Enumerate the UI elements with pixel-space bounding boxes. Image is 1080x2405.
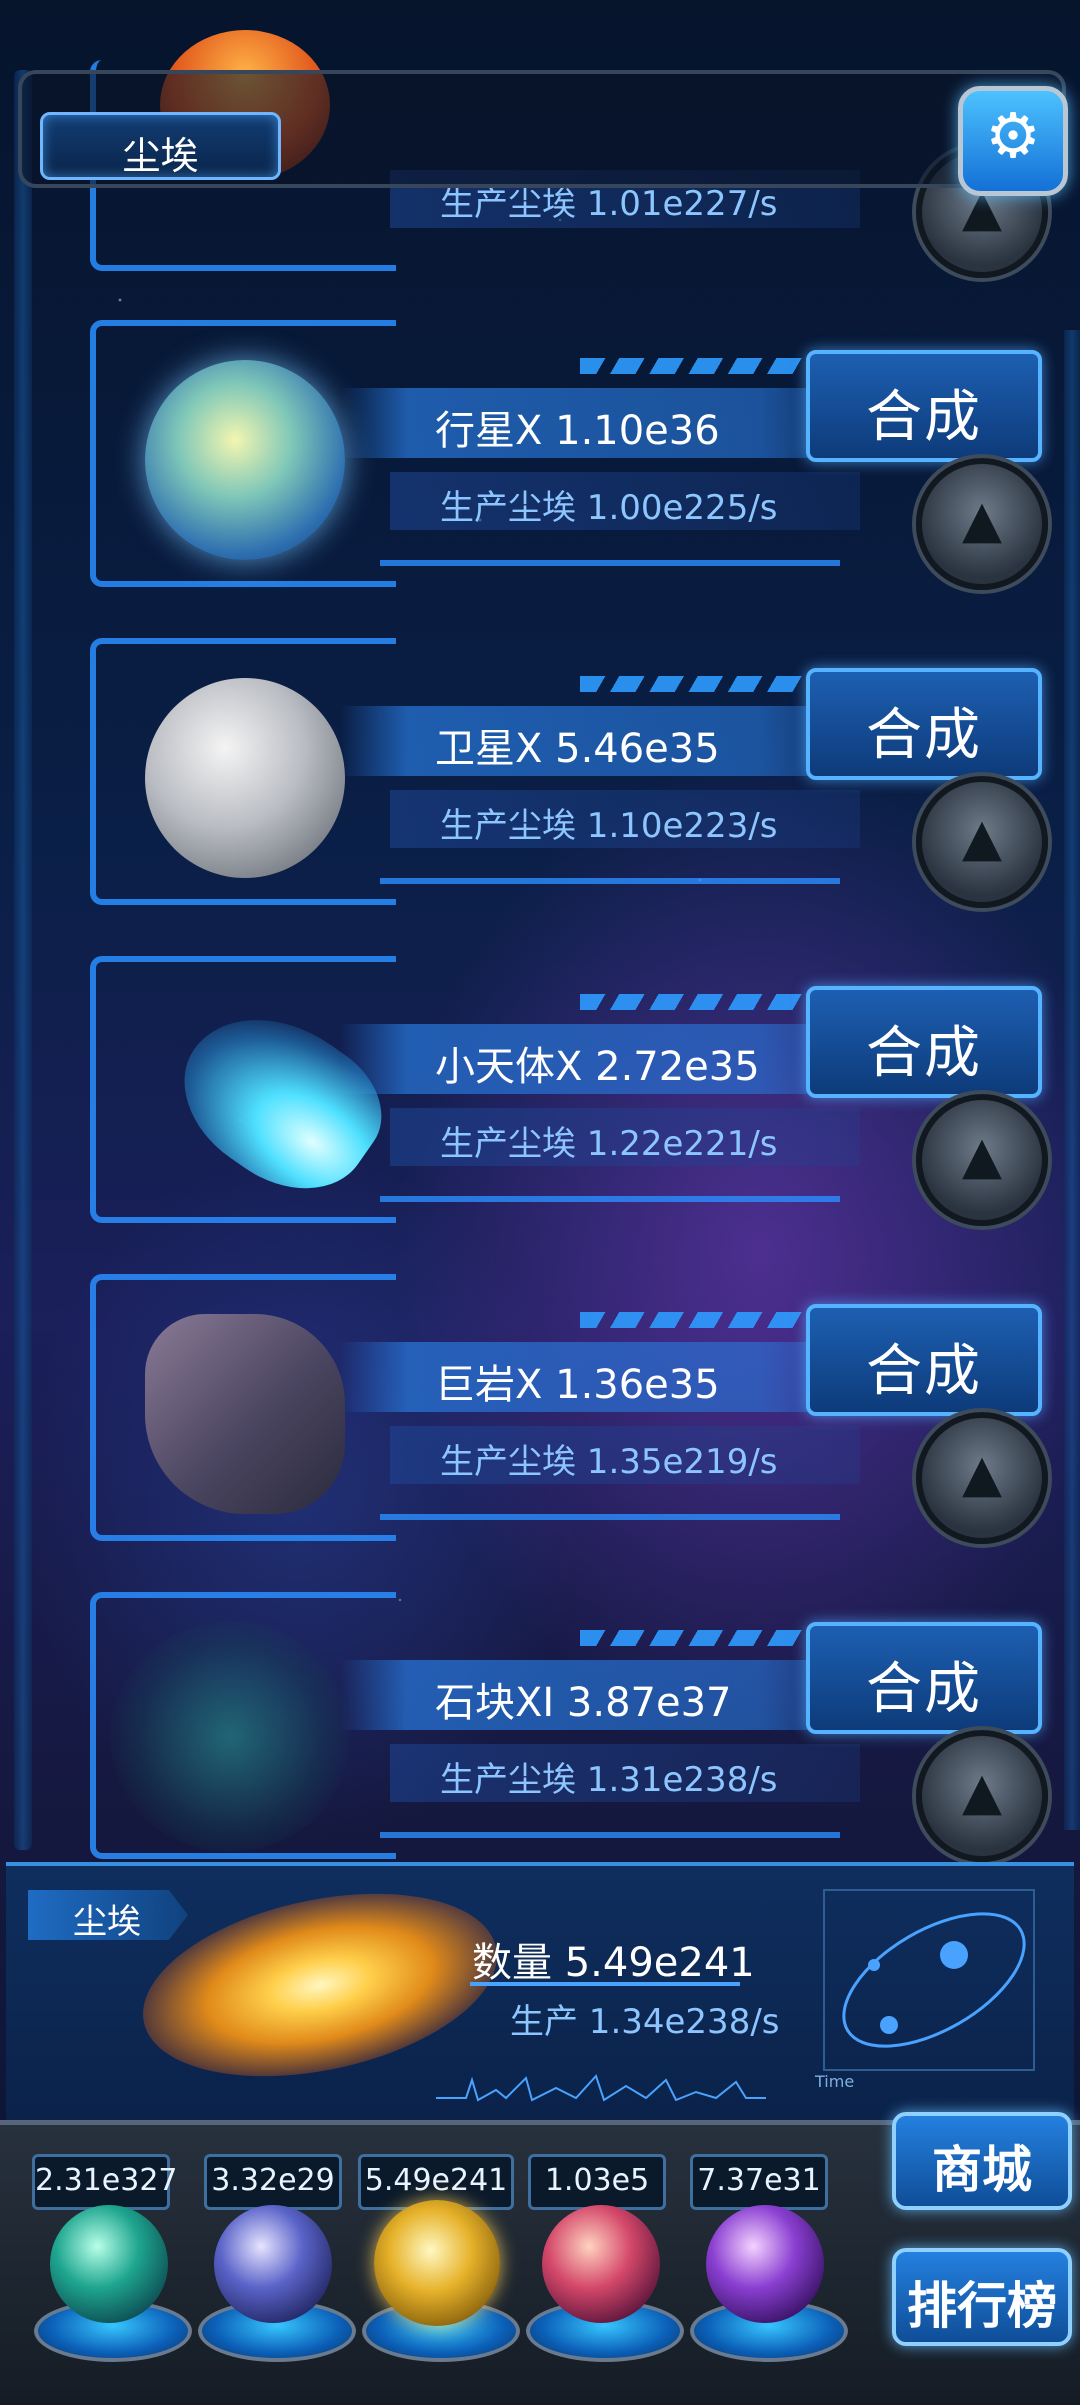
lightning-orb-icon[interactable] (214, 2205, 332, 2323)
synthesize-label: 合成 (866, 703, 982, 768)
dust-tag: 尘埃 (28, 1890, 188, 1940)
resource-card-planet: 行星X 1.10e36 生产尘埃 1.00e225/s 合成 ▲ (90, 310, 1050, 600)
settings-button[interactable]: ⚙ (958, 86, 1068, 196)
resource-value-1: 2.31e327 (32, 2154, 178, 2210)
molecule-orb-icon[interactable] (50, 2205, 168, 2323)
synthesize-label: 合成 (866, 1657, 982, 1722)
waveform-decoration (436, 2074, 766, 2102)
item-name: 卫星X 5.46e35 (435, 726, 720, 772)
synthesize-button[interactable]: 合成 (806, 668, 1042, 780)
orbit-diagram-icon (823, 1889, 1035, 2071)
synthesize-button[interactable]: 合成 (806, 350, 1042, 462)
item-name: 石块XI 3.87e37 (435, 1680, 732, 1726)
ranking-button[interactable]: 排行榜 (892, 2248, 1072, 2346)
resource-card-rocks: 石块XI 3.87e37 生产尘埃 1.31e238/s 合成 ▲ (90, 1582, 1050, 1872)
upgrade-button[interactable]: ▲ (916, 1094, 1048, 1226)
resource-value-5: 7.37e31 (690, 2154, 828, 2210)
gear-icon: ⚙ (985, 99, 1041, 172)
item-rate: 生产尘埃 1.31e238/s (440, 1760, 778, 1800)
synthesize-button[interactable]: 合成 (806, 1304, 1042, 1416)
arrow-up-icon: ▲ (962, 1126, 1002, 1186)
item-rate: 生产尘埃 1.00e225/s (440, 488, 778, 528)
shop-label: 商城 (932, 2141, 1032, 2199)
portal-orb-icon[interactable] (706, 2205, 824, 2323)
item-name: 小天体X 2.72e35 (435, 1044, 760, 1090)
brain-orb-icon[interactable] (542, 2205, 660, 2323)
right-rail-decoration (1064, 330, 1080, 1830)
card-underline (380, 1832, 840, 1838)
upgrade-button[interactable]: ▲ (916, 1730, 1048, 1862)
moon-icon (145, 678, 345, 878)
quantity-underline (470, 1982, 740, 1986)
page-title: 尘埃 (122, 134, 199, 178)
item-rate: 生产尘埃 1.10e223/s (440, 806, 778, 846)
resource-card-boulder: 巨岩X 1.36e35 生产尘埃 1.35e219/s 合成 ▲ (90, 1264, 1050, 1554)
shop-button[interactable]: 商城 (892, 2112, 1072, 2210)
resource-card-comet: 小天体X 2.72e35 生产尘埃 1.22e221/s 合成 ▲ (90, 946, 1050, 1236)
card-underline (380, 560, 840, 566)
card-underline (380, 1514, 840, 1520)
item-rate: 生产尘埃 1.35e219/s (440, 1442, 778, 1482)
boulder-icon (145, 1314, 345, 1514)
item-name: 巨岩X 1.36e35 (435, 1362, 720, 1408)
dust-quantity: 数量 5.49e241 (472, 1940, 755, 1986)
dust-production: 生产 1.34e238/s (510, 2002, 780, 2042)
upgrade-button[interactable]: ▲ (916, 1412, 1048, 1544)
synthesize-label: 合成 (866, 1021, 982, 1086)
item-rate: 生产尘埃 1.22e221/s (440, 1124, 778, 1164)
ranking-label: 排行榜 (907, 2277, 1057, 2335)
synthesize-label: 合成 (866, 1339, 982, 1404)
title-box: 尘埃 (40, 112, 281, 180)
upgrade-button[interactable]: ▲ (916, 776, 1048, 908)
arrow-up-icon: ▲ (962, 1444, 1002, 1504)
resource-value-4: 1.03e5 (528, 2154, 666, 2210)
planet-icon (145, 360, 345, 560)
resource-value-2: 3.32e29 (204, 2154, 342, 2210)
left-rail-decoration (14, 70, 32, 1850)
arrow-up-icon: ▲ (962, 808, 1002, 868)
item-name: 行星X 1.10e36 (435, 408, 720, 454)
upgrade-button[interactable]: ▲ (916, 458, 1048, 590)
resource-card-moon: 卫星X 5.46e35 生产尘埃 1.10e223/s 合成 ▲ (90, 628, 1050, 918)
arrow-up-icon: ▲ (962, 490, 1002, 550)
arrow-up-icon: ▲ (962, 1762, 1002, 1822)
synthesize-button[interactable]: 合成 (806, 986, 1042, 1098)
chart-time-label: Time (815, 2072, 855, 2091)
rock-cluster-icon (110, 1622, 350, 1852)
synthesize-button[interactable]: 合成 (806, 1622, 1042, 1734)
card-underline (380, 1196, 840, 1202)
dust-orb-icon[interactable] (374, 2200, 500, 2326)
synthesize-label: 合成 (866, 385, 982, 450)
card-underline (380, 878, 840, 884)
dust-tag-label: 尘埃 (73, 1902, 141, 1942)
